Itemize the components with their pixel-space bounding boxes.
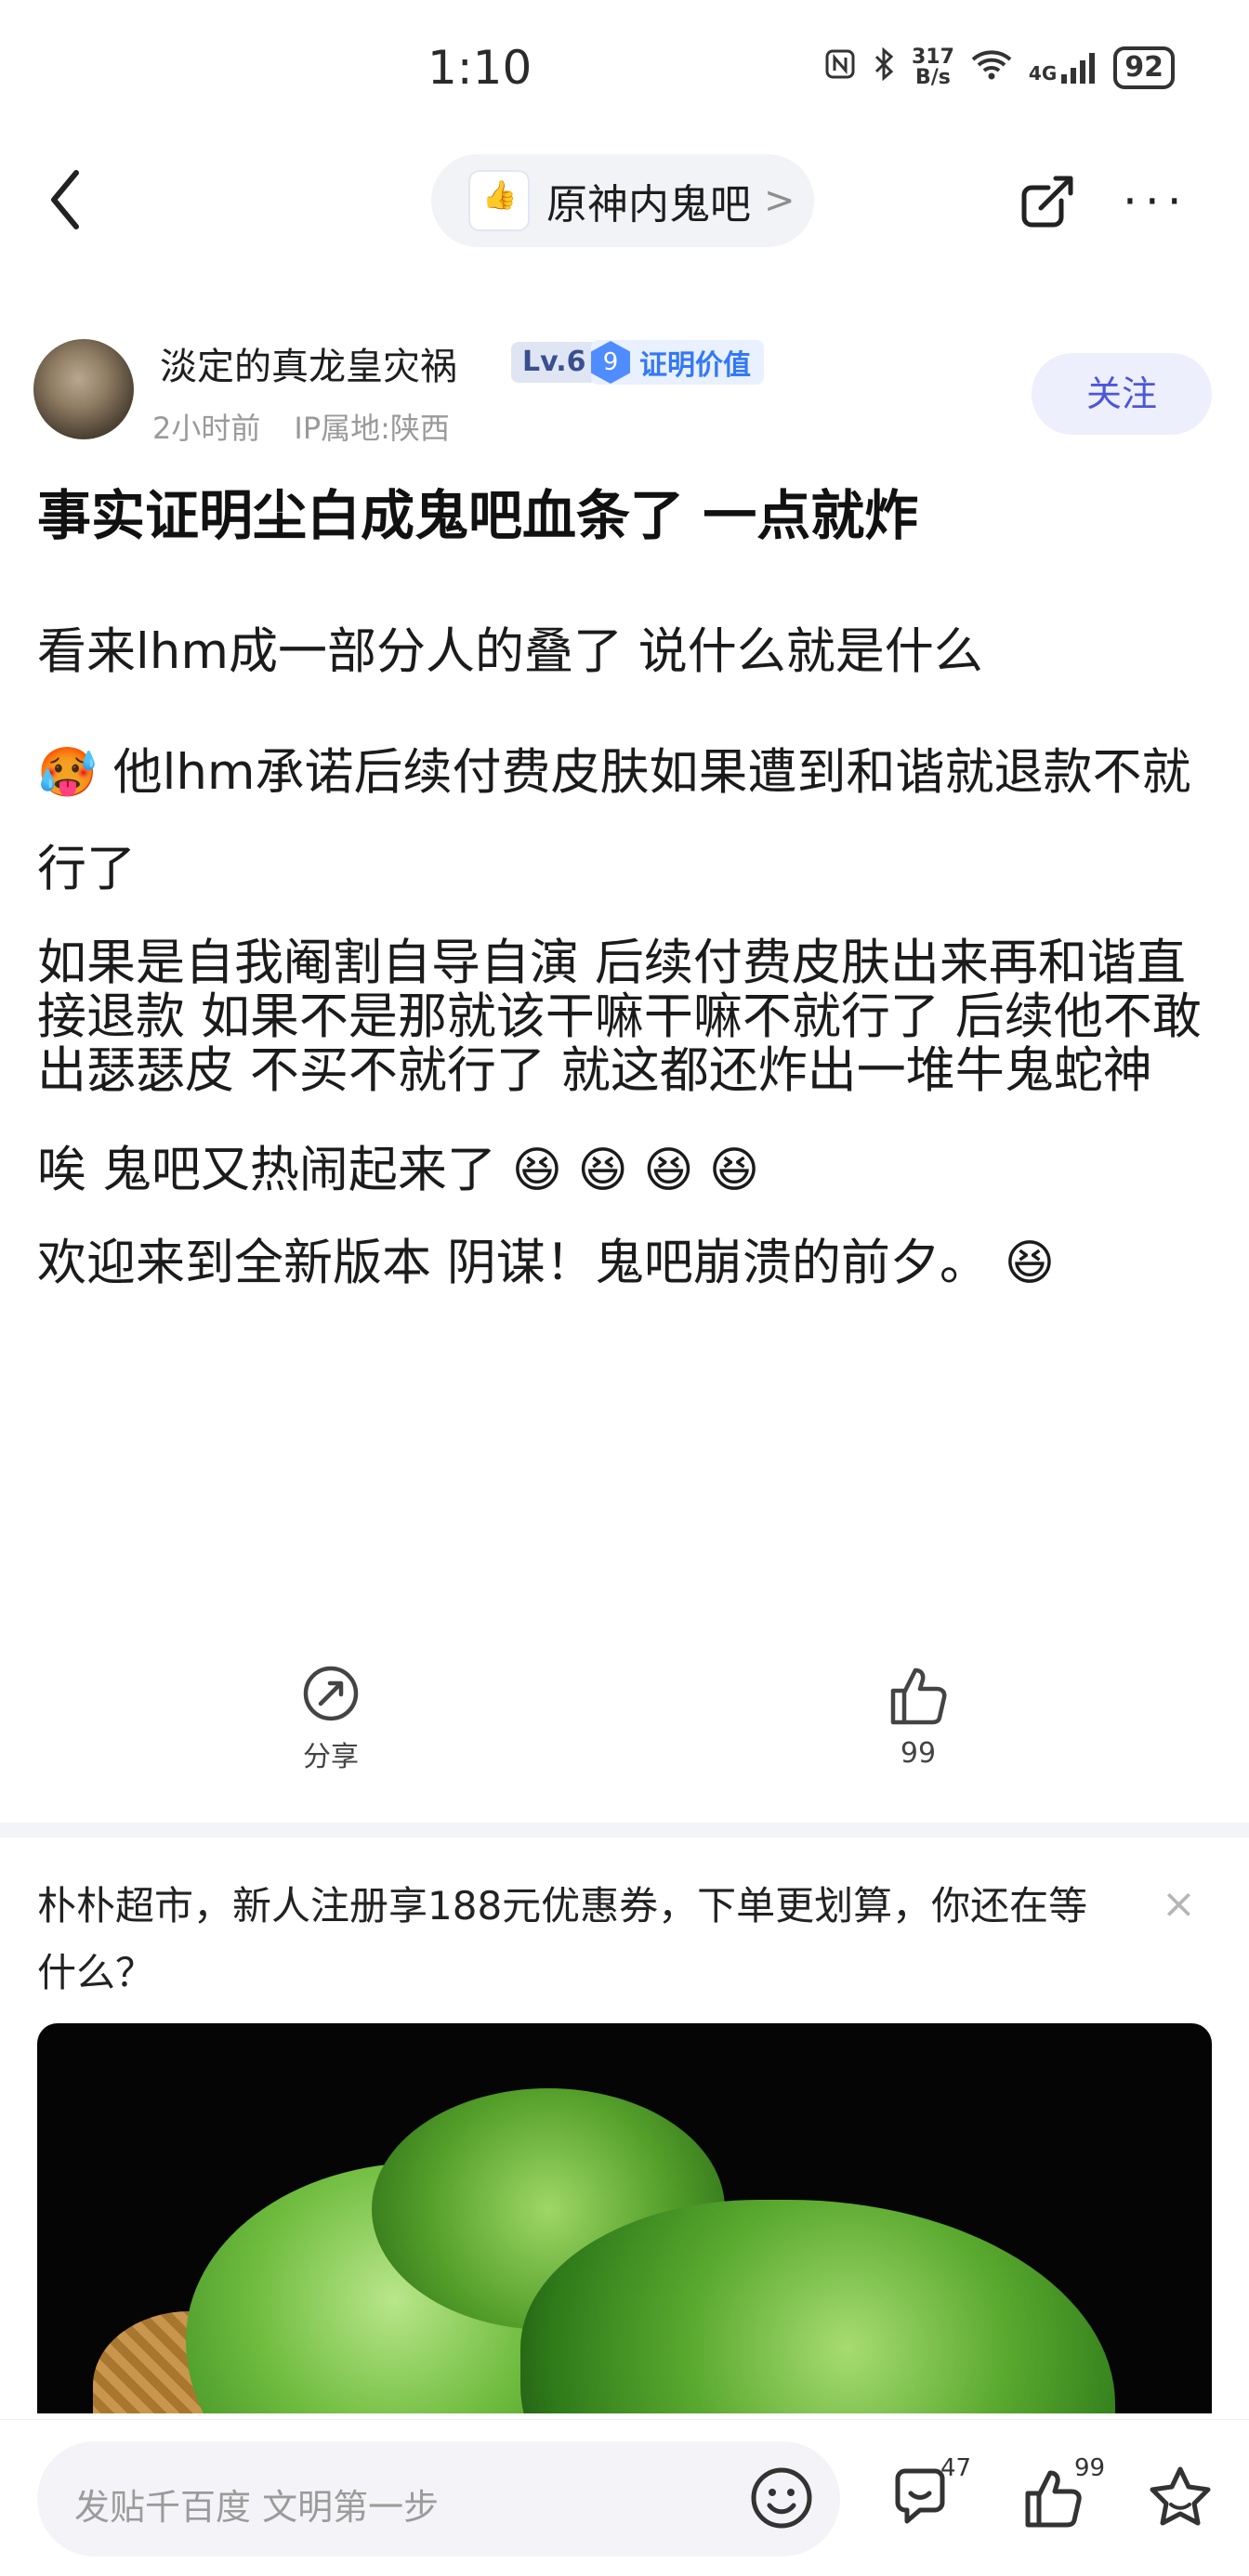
back-button[interactable] — [46, 167, 84, 232]
post-time: 2小时前 — [152, 411, 261, 446]
smile-icon — [751, 2467, 812, 2529]
ad-text[interactable]: 朴朴超市，新人注册享188元优惠券，下单更划算，你还在等什么？ — [37, 1873, 1115, 2007]
lettuce-shape — [520, 2200, 1115, 2413]
author-name[interactable]: 淡定的真龙皇灾祸 — [160, 336, 457, 390]
chevron-left-icon — [51, 170, 79, 229]
paragraph-2: 🥵 他lhm承诺后续付费皮肤如果遭到和谐就退款不就行了 — [37, 744, 1191, 897]
like-count: 99 — [900, 1737, 937, 1770]
status-time: 1:10 — [427, 41, 532, 95]
paragraph-4: 唉 鬼吧又热闹起来了 😆 😆 😆 😆 — [37, 1142, 760, 1198]
forum-name: 原神内鬼吧 — [546, 181, 751, 229]
paragraph-1: 看来lhm成一部分人的叠了 说什么就是什么 — [37, 623, 983, 680]
paragraph-3: 如果是自我阉割自导自演 后续付费皮肤出来再和谐直接退款 如果不是那就该干嘛干嘛不… — [37, 935, 1202, 1099]
section-divider — [0, 1823, 1249, 1837]
thumbs-up-icon — [890, 1667, 947, 1725]
nfc-icon — [824, 48, 856, 88]
laughing-emoji: 😆 — [1004, 1236, 1055, 1291]
post-title: 事实证明尘白成鬼吧血条了 一点就炸 — [37, 484, 919, 547]
favorite-button[interactable] — [1145, 2462, 1216, 2532]
post-share-button[interactable]: 分享 — [275, 1663, 387, 1774]
comment-count: 47 — [940, 2454, 972, 2482]
forum-logo-icon — [468, 170, 530, 231]
level-badge: Lv.6 — [511, 342, 598, 383]
paragraph-5: 欢迎来到全新版本 阴谋！鬼吧崩溃的前夕。 😆 — [37, 1235, 1055, 1291]
more-button[interactable]: ··· — [1123, 175, 1190, 229]
post-like-button[interactable]: 99 — [862, 1663, 974, 1770]
hot-face-emoji: 🥵 — [37, 745, 98, 801]
share-label: 分享 — [303, 1741, 359, 1773]
emoji-button[interactable] — [749, 2465, 814, 2530]
ad-image[interactable] — [37, 2023, 1212, 2413]
like-count-bottom: 99 — [1074, 2454, 1106, 2482]
avatar[interactable] — [33, 339, 134, 439]
share-button[interactable] — [1019, 173, 1076, 230]
forum-link[interactable]: 原神内鬼吧 > — [431, 154, 814, 247]
status-icons: 317 B/s 4G 92 — [824, 46, 1175, 89]
battery-icon: 92 — [1113, 46, 1175, 89]
wifi-icon — [971, 48, 1012, 88]
chevron-right-icon: > — [764, 179, 795, 222]
star-icon — [1150, 2466, 1211, 2526]
follow-button[interactable]: 关注 — [1032, 353, 1212, 435]
badge-text: 证明价值 — [639, 349, 751, 382]
post-meta: 2小时前 IP属地:陕西 — [152, 405, 483, 448]
honor-badge: 9 证明价值 — [591, 340, 764, 385]
post-body: 看来lhm成一部分人的叠了 说什么就是什么 🥵 他lhm承诺后续付费皮肤如果遭到… — [37, 604, 1217, 1336]
close-icon[interactable]: × — [1162, 1880, 1196, 1928]
ip-location: IP属地:陕西 — [294, 411, 450, 446]
bluetooth-icon — [873, 46, 895, 89]
share-icon — [303, 1666, 359, 1721]
share-icon — [1021, 176, 1073, 228]
reply-placeholder: 发贴千百度 文明第一步 — [74, 2487, 440, 2528]
signal-icon: 4G — [1029, 52, 1097, 84]
badge-number: 9 — [591, 341, 630, 384]
net-speed: 317 B/s — [911, 46, 954, 89]
laughing-emoji: 😆 😆 😆 😆 — [511, 1143, 760, 1198]
